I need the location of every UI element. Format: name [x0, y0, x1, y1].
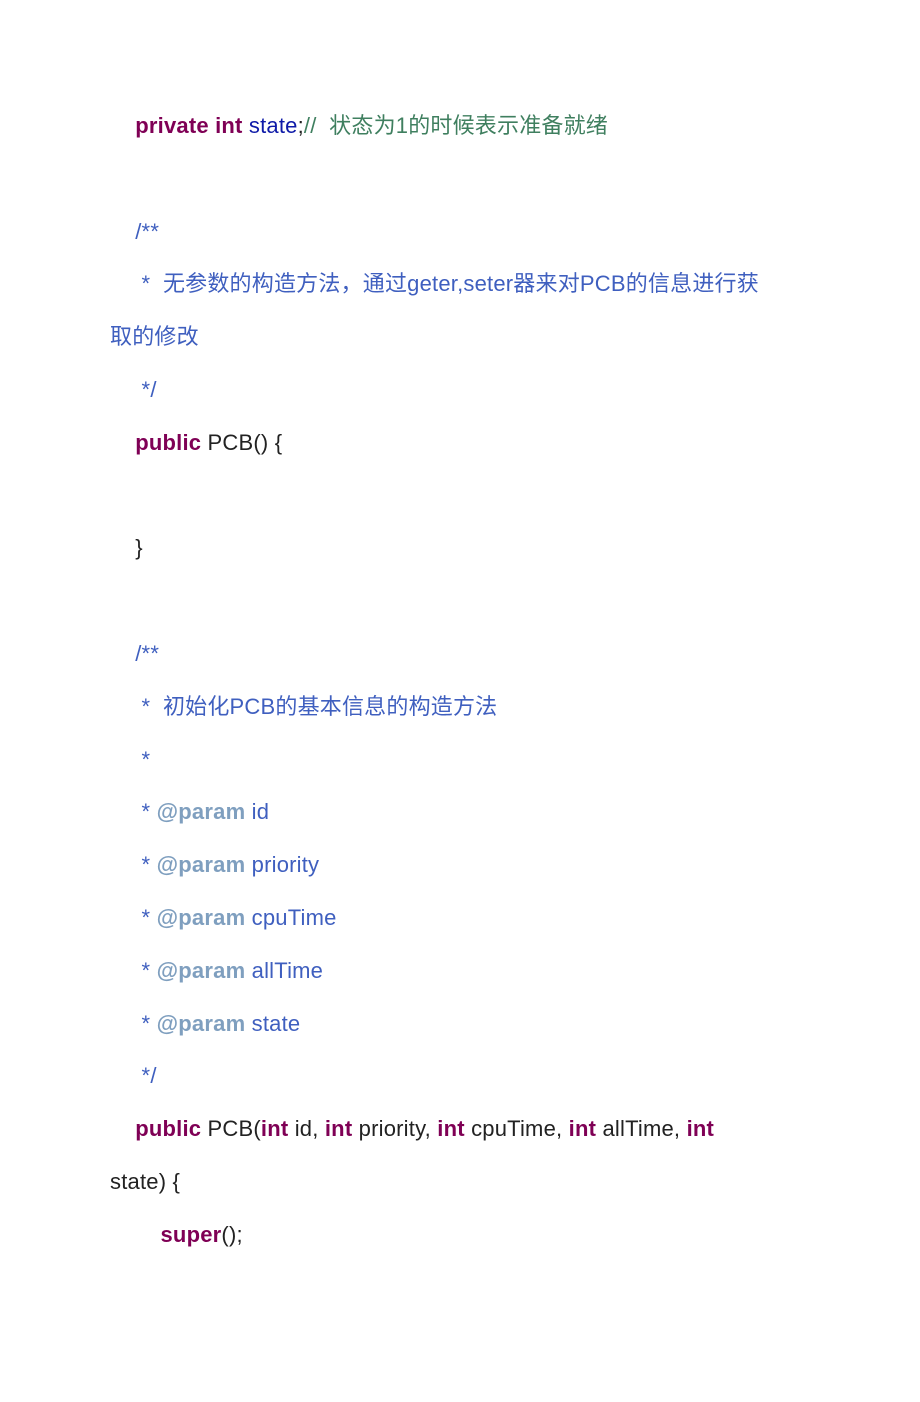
doc-paramname: allTime [245, 958, 323, 983]
keyword: int [261, 1116, 288, 1141]
doc-param: * @param id [110, 786, 810, 839]
variable: state [249, 113, 298, 138]
code: priority, [352, 1116, 437, 1141]
doc-tag: @param [157, 1011, 246, 1036]
code-line: private int state;// 状态为1的时候表示准备就绪 [110, 100, 810, 153]
doc-close: */ [110, 1050, 810, 1103]
doc-paramname: cpuTime [245, 905, 336, 930]
code: allTime, [596, 1116, 686, 1141]
doc-line: * 初始化PCB的基本信息的构造方法 [110, 681, 810, 734]
code: cpuTime, [465, 1116, 569, 1141]
keyword: public [135, 430, 201, 455]
indent [110, 113, 135, 138]
keyword: super [161, 1222, 222, 1247]
code: id, [288, 1116, 324, 1141]
doc-param: * @param state [110, 998, 810, 1051]
blank-line [110, 470, 810, 523]
blank-line [110, 153, 810, 206]
code: (); [221, 1222, 242, 1247]
code-line: } [110, 522, 810, 575]
doc-prefix: * [110, 1011, 157, 1036]
doc-tag: @param [157, 958, 246, 983]
keyword: public [135, 1116, 201, 1141]
indent [110, 1222, 161, 1247]
doc-tag: @param [157, 799, 246, 824]
doc-paramname: id [245, 799, 269, 824]
indent [110, 1116, 135, 1141]
doc-open: /** [110, 206, 810, 259]
doc-line: * 无参数的构造方法，通过geter,seter器来对PCB的信息进行获 [110, 258, 810, 311]
keyword: private int [135, 113, 242, 138]
doc-paramname: state [245, 1011, 300, 1036]
keyword: int [325, 1116, 352, 1141]
code-line: public PCB(int id, int priority, int cpu… [110, 1103, 810, 1156]
doc-close: */ [110, 364, 810, 417]
code-line: super(); [110, 1209, 810, 1262]
doc-param: * @param priority [110, 839, 810, 892]
doc-prefix: * [110, 852, 157, 877]
code: PCB( [201, 1116, 261, 1141]
doc-tag: @param [157, 852, 246, 877]
keyword: int [437, 1116, 464, 1141]
doc-prefix: * [110, 905, 157, 930]
doc-param: * @param allTime [110, 945, 810, 998]
doc-prefix: * [110, 958, 157, 983]
comment: // 状态为1的时候表示准备就绪 [304, 113, 608, 138]
code-document: private int state;// 状态为1的时候表示准备就绪 /** *… [0, 0, 920, 1402]
doc-open: /** [110, 628, 810, 681]
keyword: int [569, 1116, 596, 1141]
doc-tag: @param [157, 905, 246, 930]
blank-line [110, 575, 810, 628]
code: PCB() { [201, 430, 282, 455]
doc-param: * @param cpuTime [110, 892, 810, 945]
doc-paramname: priority [245, 852, 319, 877]
doc-line-wrap: 取的修改 [110, 311, 810, 364]
doc-line: * [110, 734, 810, 787]
doc-prefix: * [110, 799, 157, 824]
code [714, 1116, 720, 1141]
code-line: public PCB() { [110, 417, 810, 470]
code-line-wrap: state) { [110, 1156, 810, 1209]
indent [110, 430, 135, 455]
keyword: int [687, 1116, 714, 1141]
